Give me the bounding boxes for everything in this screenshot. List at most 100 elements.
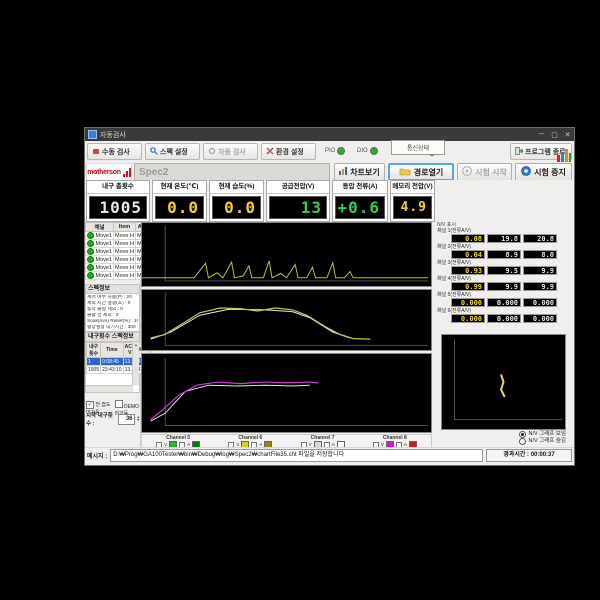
display-dynamic-current: 동압 전류(A) +0.6 [332, 180, 388, 222]
test-start-button[interactable]: 시험 시작 [457, 163, 512, 181]
chart2-series-yellow [151, 308, 371, 339]
display-humidity: 현재 습도(%) 0.0 [209, 180, 264, 222]
chart-temperature[interactable] [141, 289, 432, 351]
chart3-series-magenta [151, 382, 319, 419]
play-icon [462, 166, 472, 178]
checkbox-checked-icon[interactable]: ✓ [86, 401, 94, 409]
spinner[interactable]: ▲ ▼ [137, 416, 140, 423]
app-icon [88, 130, 97, 139]
spec-settings-button[interactable]: 스펙 설정 [145, 143, 200, 160]
start-count-input[interactable]: 36 [118, 414, 135, 425]
brand-bars-icon [123, 168, 131, 177]
comm-status-label: 통신상태 [391, 140, 445, 155]
nv-display: 9.5 [487, 266, 521, 275]
nv-display: 0.99 [451, 282, 485, 291]
chart-area: Channel 5 V A Channel 6 V A [141, 222, 432, 447]
hand-icon [92, 147, 100, 157]
nv-display: 0.93 [451, 266, 485, 275]
seven-segment-display: 4.9 [393, 196, 432, 219]
radio-unselected-icon[interactable] [519, 438, 526, 445]
channel-ok-dot [87, 240, 94, 247]
cycle-spec-title: 내구횟수 스펙정보 [85, 332, 140, 342]
cycle-spec-group: 내구횟수 스펙정보 내구횟수 Time ACT V MEM 1 0:08:45 … [85, 332, 140, 398]
spec-info-group: 스펙정보 제어 여부 사용(P) : 20 제외 시간 설정(초) : 0 동작… [85, 284, 140, 331]
left-panel: 채널 Item Action 값 Move1 Move H Move V 2.0… [85, 222, 141, 447]
display-supply-voltage: 공급전압(V) 13 [266, 180, 330, 222]
nv-display: 9.9 [487, 282, 521, 291]
test-stop-button[interactable]: 시험 중지 [515, 163, 572, 181]
display-temperature: 현재 온도(℃) 0.0 [152, 180, 207, 222]
nv-row-1: 채널 1(전류A/V) 0.08 19.8 20.8 [437, 228, 572, 243]
nv-row-2: 채널 2(전류A/V) 0.04 8.9 8.0 [437, 244, 572, 259]
display-row: 내구 총횟수 1005 현재 온도(℃) 0.0 현재 습도(%) 0.0 공급… [85, 180, 574, 222]
spin-down-icon[interactable]: ▼ [137, 419, 140, 423]
message-field: D:₩Prog₩GA100Tester₩bin₩Debug₩log₩Spec2₩… [110, 449, 483, 462]
manual-test-button[interactable]: 수동 검사 [87, 143, 142, 160]
seven-segment-display: 0.0 [155, 196, 204, 219]
nv-display: 0.000 [523, 314, 557, 323]
window-title: 자동검사 [100, 130, 126, 140]
folder-icon [399, 167, 411, 178]
elapsed-time: 경과시간 : 00:00:37 [486, 449, 572, 462]
screen: { "window": { "title": "자동검사", "minimize… [0, 0, 600, 600]
channel-ok-dot [87, 232, 94, 239]
close-button[interactable]: ✕ [561, 131, 574, 139]
wrench-icon [266, 147, 274, 157]
chart-view-button[interactable]: 차트보기 [334, 163, 385, 181]
colorful-bars-icon [557, 149, 571, 164]
nv-graph-show-radio[interactable]: N/V 그래프 보임 [519, 431, 566, 438]
nv-row-3: 채널 3(전류A/V) 0.93 9.5 9.9 [437, 260, 572, 275]
nv-row-6: 채널 6(전류A/V) 0.000 0.000 0.000 [437, 308, 572, 323]
main-toolbar: 수동 검사 스펙 설정 자동 검사 환경 설정 PIO DIO 온도 [85, 141, 574, 164]
message-label: 메시지 : [87, 451, 107, 460]
status-bar: 메시지 : D:₩Prog₩GA100Tester₩bin₩Debug₩log₩… [85, 447, 574, 463]
spec-info-title: 스펙정보 [85, 284, 140, 294]
nv-display: 0.04 [451, 250, 485, 259]
stop-icon [521, 166, 531, 178]
brand-name: motherson [87, 169, 120, 176]
start-count-label: 시작 내구횟수 : [86, 411, 116, 427]
chart-current[interactable] [141, 222, 432, 287]
nv-row-4: 채널 4(전류A/V) 0.99 9.9 9.9 [437, 276, 572, 291]
maximize-button[interactable]: ▢ [548, 131, 561, 139]
nv-display: 0.000 [487, 314, 521, 323]
magnifier-icon [150, 147, 158, 157]
nv-mini-chart[interactable] [441, 334, 566, 430]
indicator-dio: DIO [357, 147, 378, 155]
display-total-count: 내구 총횟수 1005 [86, 180, 150, 222]
channel-ok-dot [87, 264, 94, 271]
chart3-series-white [151, 385, 310, 421]
open-path-button[interactable]: 경로열기 [388, 163, 454, 181]
env-settings-button[interactable]: 환경 설정 [261, 143, 316, 160]
gear-icon [208, 147, 216, 157]
radio-selected-icon[interactable] [519, 431, 526, 438]
spec-name-field[interactable]: Spec2 [134, 163, 330, 181]
auto-test-button[interactable]: 자동 검사 [203, 143, 258, 160]
nv-mini-series [501, 374, 505, 397]
horizontal-scrollbar[interactable] [86, 385, 133, 392]
cycle-spec-list[interactable]: 내구횟수 Time ACT V MEM 1 0:08:45 13.3 4.9 1… [85, 342, 140, 393]
app-window: 자동검사 ─ ▢ ✕ 수동 검사 스펙 설정 자동 검사 환경 설정 [84, 127, 575, 466]
brand-logo: motherson [86, 163, 132, 181]
minimize-button[interactable]: ─ [535, 131, 548, 139]
pio-status-dot [337, 147, 345, 155]
seven-segment-display: 1005 [89, 196, 147, 219]
chart-icon [339, 167, 347, 177]
nv-display: 9.9 [523, 282, 557, 291]
nv-display: 0.000 [451, 298, 485, 307]
nv-graph-hide-radio[interactable]: N/V 그래프 숨김 [519, 438, 566, 445]
nv-display: 0.000 [523, 298, 557, 307]
seven-segment-display: 13 [269, 196, 327, 219]
chart-voltage[interactable] [141, 353, 432, 433]
nv-display: 8.9 [487, 250, 521, 259]
nv-panel: N/V 표시 채널 1(전류A/V) 0.08 19.8 20.8 채널 2(전… [437, 222, 572, 447]
nv-display: 0.000 [487, 298, 521, 307]
nv-display: 19.8 [487, 234, 521, 243]
dio-status-dot [370, 147, 378, 155]
scroll-up-icon[interactable]: ▲ [134, 342, 138, 347]
checkbox-empty-icon[interactable] [115, 400, 123, 408]
title-bar[interactable]: 자동검사 ─ ▢ ✕ [85, 128, 574, 141]
nv-display: 0.000 [451, 314, 485, 323]
channel-ok-dot [87, 248, 94, 255]
vertical-scrollbar[interactable]: ▲ [132, 342, 139, 385]
